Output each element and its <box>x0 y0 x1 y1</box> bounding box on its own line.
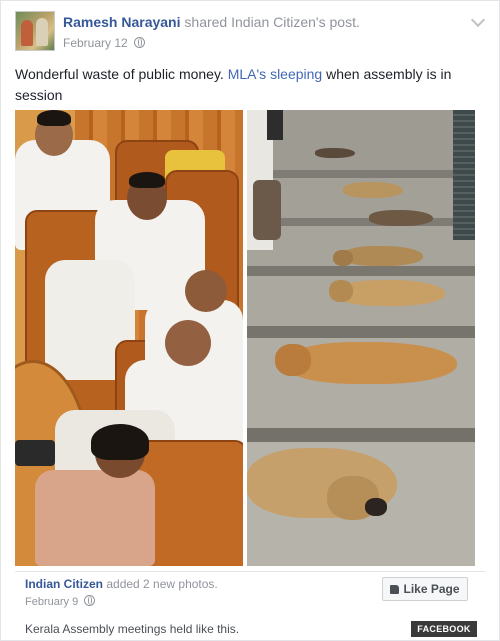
poster-line: Ramesh Narayani shared Indian Citizen's … <box>63 14 360 30</box>
hashtag-mla[interactable]: MLA's <box>228 66 266 82</box>
shared-post-date: February 9 <box>25 595 96 608</box>
shared-post-date-text[interactable]: February 9 <box>25 596 78 608</box>
assembly-photo[interactable] <box>15 110 243 566</box>
shared-page-name[interactable]: Indian Citizen <box>25 577 103 591</box>
chevron-down-icon[interactable] <box>470 12 486 28</box>
like-page-button[interactable]: Like Page <box>382 577 468 601</box>
post-text: Wonderful waste of public money. MLA's s… <box>15 64 465 106</box>
globe-icon <box>84 595 96 606</box>
avatar[interactable] <box>15 11 55 51</box>
post-text-start: Wonderful waste of public money. <box>15 66 228 82</box>
divider <box>15 571 485 572</box>
post-header: Ramesh Narayani shared Indian Citizen's … <box>15 11 486 57</box>
facebook-badge: FACEBOOK <box>411 621 477 637</box>
shared-post-caption: Kerala Assembly meetings held like this. <box>25 622 240 636</box>
added-photos-text: added 2 new photos. <box>106 577 218 591</box>
facebook-post: Ramesh Narayani shared Indian Citizen's … <box>0 0 500 641</box>
dogs-sleeping-photo[interactable] <box>247 110 475 566</box>
poster-name[interactable]: Ramesh Narayani <box>63 14 181 30</box>
hashtag-sleeping[interactable]: sleeping <box>270 66 322 82</box>
like-page-label: Like Page <box>403 582 460 596</box>
thumbs-up-icon <box>390 585 400 594</box>
shutter <box>453 110 475 240</box>
shared-text: shared Indian Citizen's post. <box>184 14 360 30</box>
post-date-text[interactable]: February 12 <box>63 36 128 50</box>
globe-icon <box>134 37 146 48</box>
post-date: February 12 <box>63 36 146 50</box>
shared-post-header: Indian Citizen added 2 new photos. <box>25 577 218 591</box>
